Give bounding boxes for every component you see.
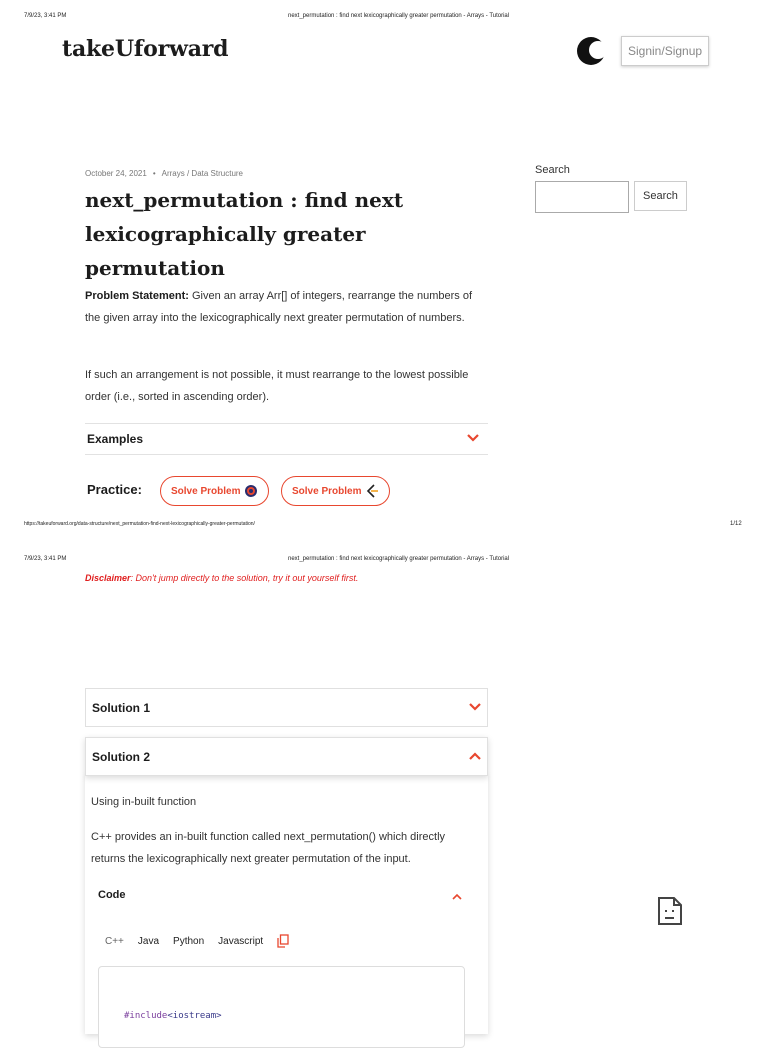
print-doc-title: next_permutation : find next lexicograph… — [288, 556, 510, 562]
code-language-tabs: C++ Java Python Javascript — [105, 934, 289, 948]
post-meta: October 24, 2021 • Arrays / Data Structu… — [85, 169, 243, 178]
tab-cpp[interactable]: C++ — [105, 936, 124, 947]
chevron-down-icon — [467, 434, 479, 442]
print-timestamp: 7/9/23, 3:41 PM — [24, 13, 67, 19]
print-url: https://takeuforward.org/data-structure/… — [24, 521, 255, 527]
solution-2-label: Solution 2 — [92, 750, 150, 764]
meta-bullet: • — [152, 169, 156, 178]
tab-python[interactable]: Python — [173, 936, 204, 947]
search-input[interactable] — [535, 181, 629, 213]
leetcode-icon — [367, 484, 379, 498]
print-page-number: 1/12 — [730, 521, 742, 527]
solve-problem-button-leetcode[interactable]: Solve Problem — [281, 476, 391, 506]
print-timestamp: 7/9/23, 3:41 PM — [24, 556, 67, 562]
solution-2-description: C++ provides an in-built function called… — [91, 831, 446, 865]
print-doc-title: next_permutation : find next lexicograph… — [288, 13, 510, 19]
signin-button[interactable]: Signin/Signup — [621, 36, 710, 66]
tab-javascript[interactable]: Javascript — [218, 936, 263, 947]
solution-2-accordion-header[interactable]: Solution 2 — [85, 737, 488, 776]
solve-problem-button-codestudio[interactable]: Solve Problem — [160, 476, 270, 506]
solve-problem-label: Solve Problem — [292, 485, 362, 497]
divider — [85, 454, 488, 455]
examples-label: Examples — [87, 432, 144, 446]
search-label: Search — [535, 164, 570, 176]
code-keyword: #include — [124, 1011, 168, 1021]
solution-2-intro: Using in-built function — [91, 796, 197, 808]
broken-image-icon — [658, 897, 682, 925]
codestudio-icon — [245, 485, 258, 497]
tab-java[interactable]: Java — [138, 936, 159, 947]
disclaimer: Disclaimer: Don't jump directly to the s… — [85, 573, 358, 583]
chevron-up-icon — [469, 752, 481, 760]
practice-label: Practice: — [87, 482, 142, 497]
examples-accordion[interactable]: Examples — [85, 424, 488, 454]
code-line: #include<iostream> — [124, 1011, 222, 1021]
problem-statement: Problem Statement: Given an array Arr[] … — [85, 285, 485, 329]
chevron-down-icon — [469, 703, 481, 711]
post-category-link[interactable]: Arrays / Data Structure — [162, 169, 243, 178]
problem-statement-label: Problem Statement: — [85, 290, 189, 302]
copy-icon[interactable] — [277, 934, 289, 948]
problem-note: If such an arrangement is not possible, … — [85, 369, 469, 403]
code-header: <iostream> — [167, 1011, 222, 1021]
moon-icon[interactable] — [577, 37, 607, 65]
disclaimer-label: Disclaimer — [85, 573, 131, 583]
post-date: October 24, 2021 — [85, 169, 147, 178]
solution-2-panel: Using in-built function C++ provides an … — [85, 774, 488, 1048]
disclaimer-text: : Don't jump directly to the solution, t… — [130, 573, 359, 583]
code-block: #include<iostream> — [98, 966, 465, 1048]
site-logo[interactable]: takeUforward — [62, 36, 229, 62]
chevron-up-icon[interactable] — [451, 893, 463, 901]
page-title: next_permutation : find next lexicograph… — [85, 188, 404, 280]
solution-1-label: Solution 1 — [92, 701, 150, 715]
search-button[interactable]: Search — [634, 181, 687, 211]
code-section-label[interactable]: Code — [98, 889, 126, 901]
solution-1-accordion[interactable]: Solution 1 — [85, 688, 488, 727]
solve-problem-label: Solve Problem — [171, 485, 241, 497]
